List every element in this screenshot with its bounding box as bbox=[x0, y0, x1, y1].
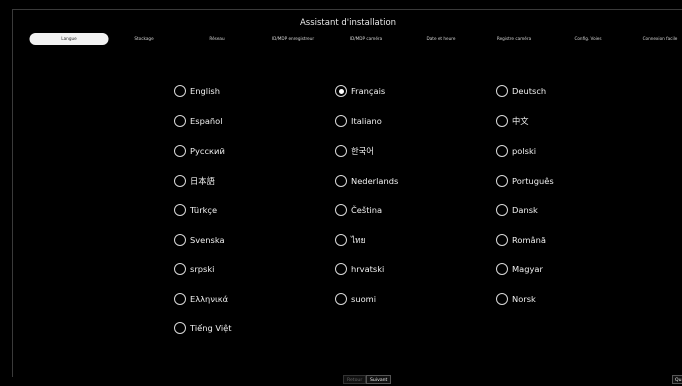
next-button[interactable]: Suivant bbox=[366, 375, 392, 384]
radio-button[interactable] bbox=[335, 263, 347, 275]
language-option[interactable]: Norsk bbox=[496, 291, 536, 307]
language-option[interactable]: 한국어 bbox=[335, 143, 374, 159]
language-label: Deutsch bbox=[512, 86, 547, 96]
language-option[interactable]: Čeština bbox=[335, 202, 382, 218]
step-id-mdp-camera[interactable]: ID/MDP caméra bbox=[350, 33, 382, 45]
radio-button[interactable] bbox=[496, 234, 508, 246]
radio-button[interactable] bbox=[496, 263, 508, 275]
language-label: Português bbox=[512, 176, 554, 186]
radio-button[interactable] bbox=[174, 293, 186, 305]
radio-button[interactable] bbox=[335, 175, 347, 187]
radio-button[interactable] bbox=[335, 115, 347, 127]
language-label: Türkçe bbox=[190, 205, 218, 215]
quit-button[interactable]: Qu bbox=[672, 375, 682, 384]
language-label: Čeština bbox=[351, 205, 383, 215]
language-label: srpski bbox=[190, 264, 215, 274]
language-option[interactable]: Français bbox=[335, 83, 385, 99]
step-reseau[interactable]: Réseau bbox=[209, 33, 224, 45]
language-option[interactable]: hrvatski bbox=[335, 261, 384, 277]
language-option[interactable]: srpski bbox=[174, 261, 214, 277]
language-option[interactable]: Italiano bbox=[335, 113, 382, 129]
language-option[interactable]: Português bbox=[496, 173, 554, 189]
language-label: Ελληνικά bbox=[190, 294, 229, 304]
language-option[interactable]: Deutsch bbox=[496, 83, 546, 99]
language-label: ไทย bbox=[351, 235, 366, 245]
language-option[interactable]: English bbox=[174, 83, 220, 99]
language-label: Русский bbox=[190, 146, 225, 156]
radio-button[interactable] bbox=[335, 234, 347, 246]
language-option[interactable]: Dansk bbox=[496, 202, 538, 218]
language-label: Español bbox=[190, 116, 223, 126]
language-option[interactable]: Magyar bbox=[496, 261, 543, 277]
language-label: 한국어 bbox=[351, 146, 374, 156]
language-label: Italiano bbox=[351, 116, 382, 126]
radio-button-selected[interactable] bbox=[335, 85, 347, 97]
back-button[interactable]: Retour bbox=[343, 375, 367, 384]
wizard-title: Assistant d'installation bbox=[299, 18, 397, 28]
language-option[interactable]: Tiếng Việt bbox=[174, 320, 232, 336]
language-option[interactable]: Svenska bbox=[174, 232, 225, 248]
language-label: polski bbox=[512, 146, 537, 156]
wizard-steps: Langue Stockage Réseau ID/MDP enregistre… bbox=[17, 33, 677, 45]
language-label: Svenska bbox=[190, 235, 225, 245]
language-option[interactable]: Nederlands bbox=[335, 173, 398, 189]
step-connexion-facile[interactable]: Connexion facile bbox=[643, 33, 678, 45]
radio-button[interactable] bbox=[174, 115, 186, 127]
language-label: Magyar bbox=[512, 264, 543, 274]
language-label: Nederlands bbox=[351, 176, 399, 186]
radio-button[interactable] bbox=[496, 175, 508, 187]
radio-button[interactable] bbox=[174, 85, 186, 97]
language-option[interactable]: 中文 bbox=[496, 113, 529, 129]
radio-button[interactable] bbox=[174, 234, 186, 246]
language-label: Dansk bbox=[512, 205, 538, 215]
radio-button[interactable] bbox=[496, 145, 508, 157]
radio-button[interactable] bbox=[335, 145, 347, 157]
step-id-mdp-enregistreur[interactable]: ID/MDP enregistreur bbox=[272, 33, 314, 45]
wizard-footer: Retour Suivant Qu bbox=[0, 374, 682, 386]
language-label: hrvatski bbox=[351, 264, 385, 274]
radio-button[interactable] bbox=[496, 115, 508, 127]
radio-button[interactable] bbox=[496, 85, 508, 97]
language-option[interactable]: Русский bbox=[174, 143, 225, 159]
radio-button[interactable] bbox=[335, 204, 347, 216]
language-label: Română bbox=[512, 235, 546, 245]
step-config-voies[interactable]: Config. Voies bbox=[574, 33, 601, 45]
radio-button[interactable] bbox=[174, 322, 186, 334]
language-label: suomi bbox=[351, 294, 377, 304]
language-option[interactable]: Español bbox=[174, 113, 223, 129]
language-option[interactable]: Türkçe bbox=[174, 202, 217, 218]
step-date-heure[interactable]: Date et heure bbox=[427, 33, 456, 45]
language-option[interactable]: 日本語 bbox=[174, 173, 215, 189]
radio-button[interactable] bbox=[335, 293, 347, 305]
language-label: Tiếng Việt bbox=[190, 323, 232, 333]
language-label: Norsk bbox=[512, 294, 536, 304]
radio-button[interactable] bbox=[496, 293, 508, 305]
language-option[interactable]: ไทย bbox=[335, 232, 366, 248]
radio-button[interactable] bbox=[174, 263, 186, 275]
language-option[interactable]: suomi bbox=[335, 291, 376, 307]
radio-button[interactable] bbox=[174, 175, 186, 187]
radio-button[interactable] bbox=[174, 145, 186, 157]
language-option[interactable]: Ελληνικά bbox=[174, 291, 228, 307]
language-label: 日本語 bbox=[190, 176, 215, 186]
step-registre-camera[interactable]: Registre caméra bbox=[497, 33, 531, 45]
step-stockage[interactable]: Stockage bbox=[134, 33, 153, 45]
language-label: Français bbox=[351, 86, 386, 96]
language-label: 中文 bbox=[512, 116, 529, 126]
language-label: English bbox=[190, 86, 220, 96]
wizard-window: Assistant d'installation bbox=[12, 9, 682, 377]
radio-button[interactable] bbox=[496, 204, 508, 216]
step-langue[interactable]: Langue bbox=[29, 33, 109, 45]
radio-button[interactable] bbox=[174, 204, 186, 216]
language-option[interactable]: polski bbox=[496, 143, 536, 159]
language-option[interactable]: Română bbox=[496, 232, 546, 248]
